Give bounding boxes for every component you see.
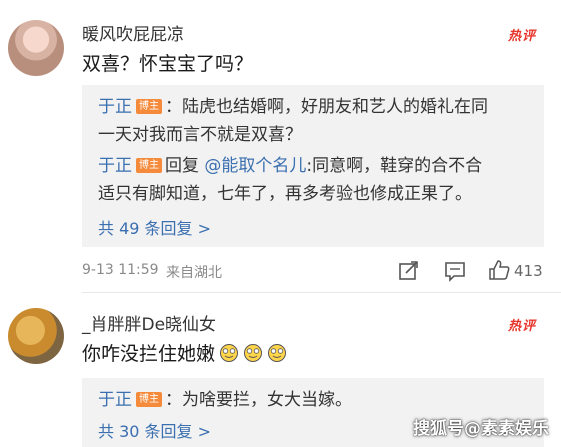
reply-word: 回复 [165,156,199,176]
reply-line: 于正 博主 ：为啥要拦，女大当嫁。 [98,388,352,412]
reply-author[interactable]: 于正 [98,97,132,117]
avatar[interactable] [8,20,64,76]
blogger-badge: 博主 [136,99,162,114]
reply-text: ：为啥要拦，女大当嫁。 [165,390,352,410]
reply-author[interactable]: 于正 [98,390,132,410]
comment-text: 你咋没拦住她嫩 [82,339,287,366]
reply-author[interactable]: 于正 [98,156,132,176]
reply-line: 于正 博主 ：陆虎也结婚啊，好朋友和艺人的婚礼在同 [98,95,488,119]
reply-text-cont: 适只有脚知道，七年了，再多考验也修成正果了。 [98,184,472,204]
comment-username[interactable]: _肖胖胖De晓仙女 [82,310,216,335]
blogger-badge: 博主 [136,158,162,173]
laughing-tears-emoji [220,344,239,362]
reply-thread: 于正 博主 ：陆虎也结婚啊，好朋友和艺人的婚礼在同 一天对我而言不就是双喜？ 于正博… [82,85,544,247]
reply-text: ：陆虎也结婚啊，好朋友和艺人的婚礼在同 [165,97,488,117]
view-all-replies-link[interactable]: 共 49 条回复 > [98,215,211,239]
hot-comment-badge: 热评 [508,29,537,44]
comment-item: 暖风吹屁屁凉 热评 双喜？怀宝宝了吗？ 于正 博主 ：陆虎也结婚啊，好朋友和艺人的婚… [0,0,561,292]
mention-link[interactable]: @能取个名儿 [204,156,306,176]
comment-time: 9-13 11:59 [82,262,159,278]
comment-text-body: 你咋没拦住她嫩 [82,343,216,365]
reply-text: :同意啊，鞋穿的合不合 [306,156,483,176]
blogger-badge: 博主 [136,392,162,407]
comment-text: 双喜？怀宝宝了吗？ [82,53,254,75]
comment-location: 来自湖北 [166,265,222,281]
laughing-tears-emoji [268,344,287,362]
hot-comment-badge: 热评 [508,319,537,334]
laughing-tears-emoji [244,344,263,362]
avatar[interactable] [8,308,64,364]
reply-line: 于正 博主 回复 @能取个名儿:同意啊，鞋穿的合不合 [98,154,482,178]
view-all-replies-link[interactable]: 共 30 条回复 > [98,418,211,442]
like-count: 413 [514,262,543,280]
comment-icon[interactable] [444,260,466,282]
watermark: 搜狐号@素素娱乐 [413,419,549,439]
comment-username[interactable]: 暖风吹屁屁凉 [82,20,184,45]
share-icon[interactable] [398,260,420,282]
reply-text-cont: 一天对我而言不就是双喜？ [98,125,302,145]
thumbs-up-icon[interactable] [488,259,510,281]
